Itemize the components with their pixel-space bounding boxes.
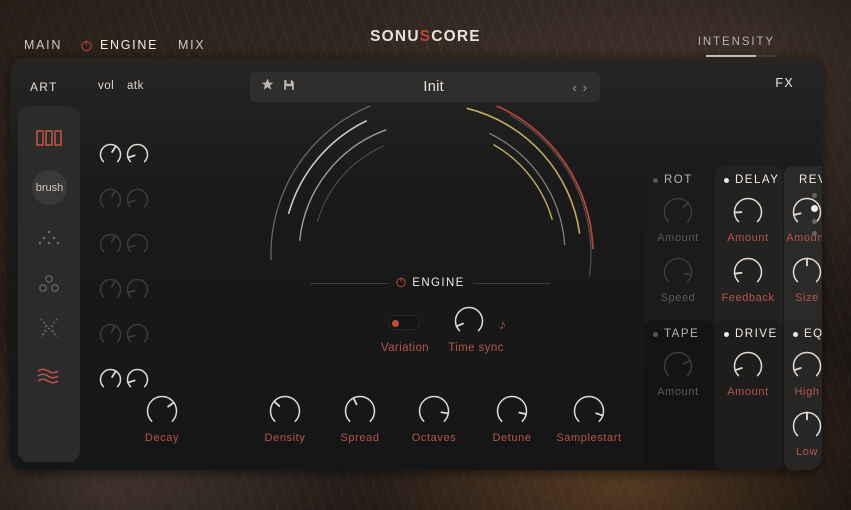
save-icon[interactable] <box>283 78 295 96</box>
engine-arc-visual <box>246 94 616 406</box>
fx-knob-label: Amount <box>727 386 769 398</box>
top-tab-bar: MAIN ENGINE MIX SONUSCORE INTENSITY <box>0 0 851 63</box>
variation-toggle-knob <box>392 319 399 327</box>
macro-knob-label: Spread <box>340 432 380 444</box>
articulation-waves-icon[interactable] <box>18 354 80 398</box>
preset-name[interactable]: Init <box>295 79 572 95</box>
voice-3-atk-knob[interactable] <box>125 232 150 262</box>
macro-knob-decay[interactable]: Decay <box>145 394 179 444</box>
fx-knob-label: Speed <box>660 292 696 304</box>
engine-rule-right <box>472 282 550 284</box>
macro-knob-octaves[interactable]: Octaves <box>412 394 456 444</box>
page-dot-2[interactable] <box>812 219 817 224</box>
macro-knob-detune[interactable]: Detune <box>492 394 531 444</box>
main-panel: ART vol atk FX Init ‹ › brush ENGINE Var… <box>10 58 822 470</box>
engine-power-icon <box>395 276 407 291</box>
fx-header-delay[interactable]: DELAY <box>715 174 783 186</box>
star-icon[interactable] <box>261 78 274 96</box>
articulation-cross-icon[interactable] <box>18 306 80 350</box>
engine-title: ENGINE <box>412 277 465 289</box>
fx-header-eq[interactable]: EQ <box>784 328 822 340</box>
macro-knob-spread[interactable]: Spread <box>340 394 379 444</box>
fx-title: ROT <box>664 174 693 186</box>
fx-title: EQ <box>804 328 822 340</box>
art-column-label: ART <box>30 80 58 94</box>
macro-knob-label: Samplestart <box>556 432 622 444</box>
time-sync-knob-holder[interactable] <box>453 305 485 342</box>
voice-2-vol-knob[interactable] <box>98 187 123 217</box>
voice-4-atk-knob[interactable] <box>125 277 150 307</box>
intensity-slider-fill <box>706 55 756 57</box>
engine-rule-left <box>310 282 388 284</box>
chevron-left-icon[interactable]: ‹ <box>572 80 576 95</box>
fx-enable-dot[interactable] <box>724 331 729 337</box>
fx-knob-label: High <box>794 386 820 398</box>
fx-knob-label: Amount <box>657 232 699 244</box>
fx-enable-dot[interactable] <box>724 177 729 183</box>
fx-rot-amount-knob[interactable]: Amount <box>657 196 698 244</box>
fx-rot-speed-knob[interactable]: Speed <box>661 256 695 304</box>
fx-tape-amount-knob[interactable]: Amount <box>657 350 698 398</box>
reverb-page-dots[interactable] <box>811 193 818 236</box>
fx-reverb-size-knob[interactable]: Size <box>791 256 822 304</box>
preset-bar: Init ‹ › <box>250 72 600 102</box>
voice-6-vol-knob[interactable] <box>98 367 123 397</box>
articulation-rail: brush <box>18 106 80 462</box>
fx-delay-feedback-knob[interactable]: Feedback <box>721 256 774 304</box>
voice-4-vol-knob[interactable] <box>98 277 123 307</box>
atk-column-label: atk <box>127 80 144 92</box>
page-dot-1[interactable] <box>811 205 818 212</box>
fx-title: REVERB <box>799 174 822 186</box>
voice-3-vol-knob[interactable] <box>98 232 123 262</box>
fx-eq-high-knob[interactable]: High <box>791 350 822 398</box>
fx-header-tape[interactable]: TAPE <box>644 328 714 340</box>
fx-title: DELAY <box>735 174 780 186</box>
fx-delay-amount-knob[interactable]: Amount <box>727 196 768 244</box>
voice-6-atk-knob[interactable] <box>125 367 150 397</box>
fx-enable-dot[interactable] <box>793 331 798 337</box>
voice-1-vol-knob[interactable] <box>98 142 123 172</box>
macro-knob-density[interactable]: Density <box>265 394 305 444</box>
tab-intensity[interactable]: INTENSITY <box>698 36 775 48</box>
fx-knob-label: Amount <box>727 232 769 244</box>
brush-highlight-circle[interactable]: brush <box>32 170 67 205</box>
voice-5-atk-knob[interactable] <box>125 322 150 352</box>
fx-knob-label: Feedback <box>721 292 775 304</box>
articulation-dots-small-icon[interactable] <box>18 216 80 260</box>
fx-header-drive[interactable]: DRIVE <box>715 328 783 340</box>
note-icon[interactable]: ♪ <box>499 316 506 332</box>
fx-enable-dot[interactable] <box>653 331 658 337</box>
chevron-right-icon[interactable]: › <box>583 80 587 95</box>
macro-knob-label: Density <box>264 432 306 444</box>
fx-drive-amount-knob[interactable]: Amount <box>727 350 768 398</box>
fx-section-label: FX <box>775 76 794 90</box>
fx-title: DRIVE <box>735 328 778 340</box>
fx-knob-label: Amount <box>657 386 699 398</box>
macro-knob-samplestart[interactable]: Samplestart <box>556 394 621 444</box>
fx-header-rot[interactable]: ROT <box>644 174 714 186</box>
voice-2-atk-knob[interactable] <box>125 187 150 217</box>
page-dot-0[interactable] <box>812 193 817 198</box>
macro-knob-label: Decay <box>144 432 180 444</box>
articulation-label-brush: brush <box>35 181 64 194</box>
articulation-bars-icon[interactable] <box>18 116 80 160</box>
page-dot-3[interactable] <box>812 231 817 236</box>
voice-5-vol-knob[interactable] <box>98 322 123 352</box>
fx-title: TAPE <box>664 328 700 340</box>
time-sync-label: Time sync <box>448 342 504 354</box>
variation-toggle[interactable] <box>388 315 420 330</box>
fx-knob-label: Size <box>795 292 819 304</box>
voice-1-atk-knob[interactable] <box>125 142 150 172</box>
articulation-circles-icon[interactable] <box>18 262 80 306</box>
macro-knob-label: Detune <box>492 432 532 444</box>
engine-section-header: ENGINE <box>310 273 550 293</box>
fx-eq-low-knob[interactable]: Low <box>791 410 822 458</box>
macro-knob-label: Octaves <box>411 432 457 444</box>
vol-column-label: vol <box>98 80 115 92</box>
fx-enable-dot[interactable] <box>653 177 658 183</box>
fx-header-reverb[interactable]: REVERB <box>784 174 822 186</box>
fx-knob-label: Low <box>796 446 818 458</box>
